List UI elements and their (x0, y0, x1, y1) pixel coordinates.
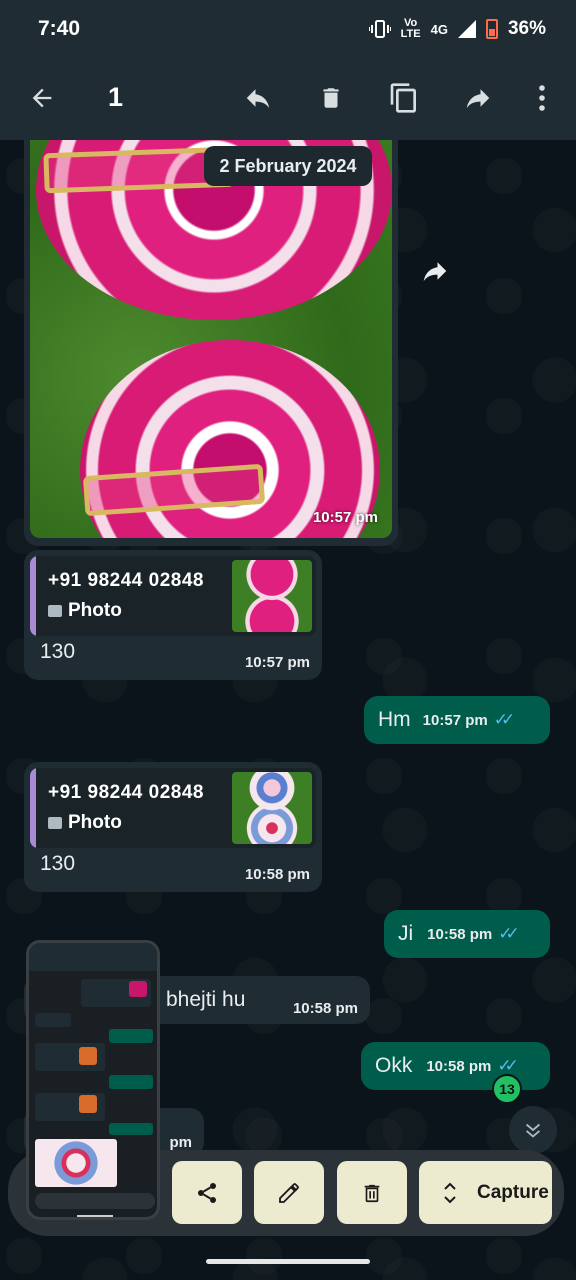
back-arrow-icon[interactable] (22, 78, 62, 118)
share-icon (198, 1182, 216, 1203)
message-time: 10:58 pm (292, 1000, 358, 1017)
status-icons: Vo LTE 4G 36% (368, 17, 546, 40)
flower-photo[interactable]: 10:57 pm (30, 140, 392, 538)
sent-message[interactable]: Okk 10:58 pm ✓✓ (361, 1042, 550, 1090)
home-indicator[interactable] (206, 1259, 370, 1264)
capture-label: Capture (477, 1181, 549, 1203)
selection-action-bar: 1 (0, 58, 576, 140)
quoted-type: Photo (48, 812, 122, 834)
signal-icon (457, 20, 476, 38)
scroll-capture-button[interactable]: Capture (419, 1161, 552, 1224)
expand-vertical-icon (444, 1182, 456, 1203)
status-bar: 7:40 Vo LTE 4G 36% (0, 0, 576, 58)
volte-indicator: Vo LTE (400, 17, 421, 40)
message-text: bhejti hu (166, 988, 246, 1011)
delete-icon[interactable] (311, 78, 351, 118)
quote-accent (30, 556, 36, 636)
battery-icon (485, 19, 498, 39)
read-ticks-icon: ✓✓ (493, 710, 515, 729)
reply-message[interactable]: +91 98244 02848 Photo 130 10:57 pm (24, 550, 322, 680)
message-text: 130 (40, 640, 76, 663)
unread-count-badge: 13 (492, 1074, 522, 1104)
more-options-icon[interactable] (522, 78, 562, 118)
status-time: 7:40 (38, 17, 81, 40)
screenshot-preview[interactable] (26, 940, 160, 1220)
network-generation: 4G (430, 21, 448, 37)
selected-count: 1 (108, 82, 124, 112)
edit-button[interactable] (254, 1161, 324, 1224)
scroll-to-bottom-button[interactable] (509, 1106, 557, 1154)
quoted-sender: +91 98244 02848 (48, 782, 204, 803)
message-time: 10:57 pm (244, 654, 310, 671)
quoted-type: Photo (48, 600, 122, 622)
share-button[interactable] (172, 1161, 242, 1224)
read-ticks-icon: ✓✓ (498, 924, 519, 943)
vibrate-icon (368, 20, 391, 38)
copy-icon[interactable] (384, 78, 424, 118)
quoted-sender: +91 98244 02848 (48, 570, 204, 591)
battery-percent: 36% (507, 18, 546, 39)
message-time: 10:57 pm (312, 509, 378, 526)
message-text: Ji (398, 922, 414, 945)
chevron-down-icon (525, 1123, 541, 1138)
sent-message[interactable]: Hm 10:57 pm ✓✓ (364, 696, 550, 744)
quoted-message[interactable]: +91 98244 02848 Photo (30, 556, 316, 636)
pencil-icon (279, 1182, 299, 1203)
message-time: 10:58 pm (426, 1057, 492, 1075)
read-ticks-icon: ✓✓ (497, 1056, 518, 1075)
date-chip: 2 February 2024 (204, 146, 372, 186)
delete-screenshot-button[interactable] (337, 1161, 407, 1224)
quoted-thumbnail (232, 772, 312, 844)
forward-icon[interactable] (458, 78, 498, 118)
image-message[interactable]: 10:57 pm (24, 140, 398, 546)
message-text: Hm (378, 708, 411, 731)
message-time: 10:57 pm (422, 711, 488, 729)
sent-message[interactable]: Ji 10:58 pm ✓✓ (384, 910, 550, 958)
message-text: Okk (375, 1054, 413, 1077)
message-time: 10:58 pm (427, 925, 493, 943)
photo-icon (48, 605, 62, 617)
message-time: 10:58 pm (244, 866, 310, 883)
message-text: 130 (40, 852, 76, 875)
message-time: pm (169, 1134, 193, 1151)
trash-icon (364, 1184, 380, 1202)
quote-accent (30, 768, 36, 848)
quoted-thumbnail (232, 560, 312, 632)
photo-icon (48, 817, 62, 829)
quoted-message[interactable]: +91 98244 02848 Photo (30, 768, 316, 848)
reply-message[interactable]: +91 98244 02848 Photo 130 10:58 pm (24, 762, 322, 892)
reply-icon[interactable] (238, 78, 278, 118)
forward-shortcut-icon[interactable] (418, 254, 452, 288)
